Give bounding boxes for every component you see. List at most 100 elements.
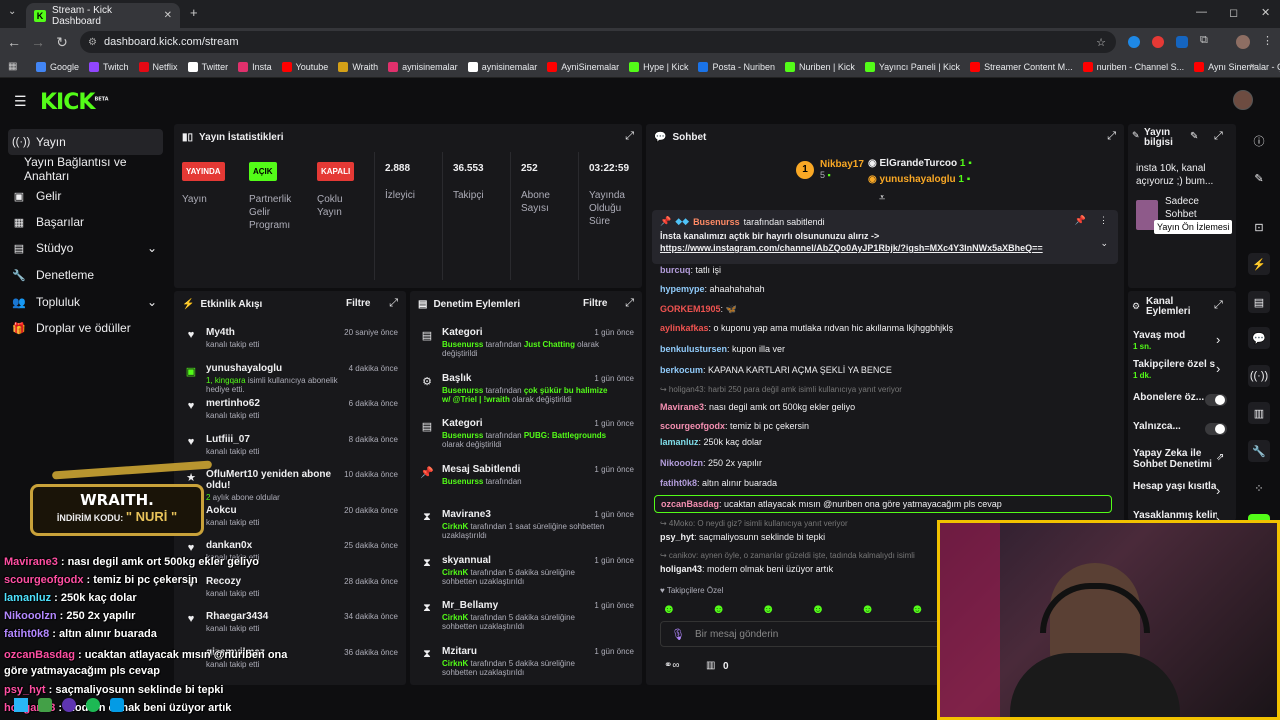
channel-action-item[interactable]: Yapay Zeka ile Sohbet Denetimi [1133, 448, 1217, 470]
chat-message[interactable]: benkulustursen: kupon illa ver [660, 344, 785, 354]
chat-message[interactable]: Mavirane3: nası degil amk ort 500kg ekle… [660, 402, 855, 412]
bookmark-item[interactable]: Google [36, 61, 79, 72]
bookmark-item[interactable]: Twitch [89, 61, 129, 72]
app-icon[interactable] [86, 698, 100, 712]
chevron-down-icon[interactable]: ⌄ [1100, 238, 1108, 249]
sidebar-item-topluluk[interactable]: 👥 Topluluk ⌄ [8, 289, 163, 315]
edit-icon[interactable]: ✎ [1248, 167, 1270, 189]
extension-icon[interactable] [1128, 36, 1140, 48]
chat-message[interactable]: berkocum: KAPANA KARTLARI AÇMA ŞEKLİ YA … [660, 365, 892, 375]
extension-icon[interactable] [1152, 36, 1164, 48]
chat-message[interactable]: psy_hyt: saçmaliyosunn seklinde bi tepki [660, 532, 825, 542]
edit-icon[interactable]: ✎ [1190, 131, 1198, 142]
extensions-puzzle-icon[interactable]: ⧉ [1200, 34, 1208, 47]
info-icon[interactable]: ⓘ [1248, 130, 1270, 152]
store-icon[interactable]: ▥ [1248, 402, 1270, 424]
bookmark-item[interactable]: Posta - Nuriben [698, 61, 775, 72]
bookmark-item[interactable]: Insta [238, 61, 272, 72]
chat-message[interactable]: ↪ holigan43: harbi 250 para değil amk is… [660, 385, 902, 394]
sidebar-item-stream-key[interactable]: Yayın Bağlantısı ve Anahtarı [8, 155, 163, 183]
bookmark-item[interactable]: nuriben - Channel S... [1082, 61, 1184, 72]
minimize-icon[interactable]: — [1196, 6, 1207, 18]
chat-input[interactable]: 🎙 Bir mesaj gönderin [660, 621, 950, 647]
preview-icon[interactable]: ⊡ [1248, 216, 1270, 238]
url-field[interactable]: ⚙ dashboard.kick.com/stream ☆ [80, 31, 1116, 53]
clipboard-icon[interactable]: ▤ [1248, 291, 1270, 313]
top-gifter[interactable]: ◉ yunushayaloglu 1 ▪ [868, 174, 970, 185]
bookmark-item[interactable]: Aynı Sinemalar - Ça... [1194, 61, 1280, 72]
chat-message[interactable]: hypemype: ahaahahahah [660, 284, 765, 294]
top-gifter[interactable]: 1 Nikbay17 5 ▪ [796, 159, 864, 180]
tab-list-icon[interactable]: ⌄ [8, 6, 16, 17]
close-tab-icon[interactable]: ✕ [164, 10, 172, 21]
sidebar-item-yayin[interactable]: ((·)) Yayın [8, 129, 163, 155]
chat-username[interactable]: aylinkafkas [660, 323, 709, 333]
filter-button[interactable]: Filtre [346, 298, 370, 309]
chevron-right-icon[interactable]: › [1216, 361, 1220, 376]
expand-icon[interactable]: ⤢ [389, 297, 398, 310]
app-icon[interactable] [62, 698, 76, 712]
kick-logo[interactable]: KICKBETA [40, 90, 109, 115]
restore-icon[interactable]: ◻ [1229, 6, 1238, 19]
external-link-icon[interactable]: ⇗ [1216, 452, 1224, 463]
chat-message[interactable]: Nikooolzn: 250 2x yapılır [660, 458, 762, 468]
broadcast-icon[interactable]: ((·)) [1248, 365, 1270, 387]
bookmark-item[interactable]: Twitter [187, 61, 228, 72]
browser-tab[interactable]: K Stream - Kick Dashboard ✕ [26, 3, 180, 28]
user-avatar[interactable] [1233, 90, 1253, 110]
bookmark-item[interactable]: Youtube [281, 61, 328, 72]
profile-avatar-icon[interactable] [1236, 35, 1250, 49]
bookmark-item[interactable]: aynisinemalar [467, 61, 537, 72]
more-bookmarks-icon[interactable]: » [1250, 60, 1255, 70]
expand-icon[interactable]: ⤢ [625, 297, 634, 310]
chat-username[interactable]: fatiht0k8 [660, 478, 697, 488]
channel-action-item[interactable]: Takipçilere özel s1 dk. [1133, 359, 1217, 382]
emote-icon[interactable]: ☻ [861, 601, 875, 616]
top-gifter[interactable]: ◉ ElGrandeTurcoo 1 ▪ [868, 158, 972, 169]
chat-username[interactable]: ozcanBasdag [661, 499, 719, 509]
chat-username[interactable]: burcuq [660, 265, 691, 275]
chevron-right-icon[interactable]: › [1216, 483, 1220, 498]
chat-username[interactable]: Nikooolzn [660, 458, 703, 468]
chat-username[interactable]: lamanluz [660, 437, 699, 447]
collapse-icon[interactable]: ⩡ [879, 192, 885, 205]
bookmark-item[interactable]: Streamer Content M... [970, 61, 1073, 72]
pinned-link[interactable]: https://www.instagram.com/channel/AbZQo0… [660, 243, 1110, 253]
close-window-icon[interactable]: ✕ [1261, 6, 1270, 19]
chat-username[interactable]: GORKEM1905 [660, 304, 721, 314]
emote-icon[interactable]: ☻ [910, 601, 924, 616]
emote-icon[interactable]: ☻ [761, 601, 775, 616]
emote-icon[interactable]: ☻ [712, 601, 726, 616]
chat-message[interactable]: holigan43: modern olmak beni üzüyor artı… [660, 564, 833, 574]
app-icon[interactable] [38, 698, 52, 712]
expand-icon[interactable]: ⤢ [1107, 130, 1116, 143]
sidebar-item-studyo[interactable]: ▤ Stüdyo ⌄ [8, 235, 163, 261]
chat-message[interactable]: fatiht0k8: altın alınır buarada [660, 478, 777, 488]
store-icon[interactable]: ▥ [706, 660, 715, 671]
chat-message[interactable]: scourgeofgodx: temiz bi pc çekersin [660, 421, 809, 431]
chat-username[interactable]: hypemype [660, 284, 705, 294]
chat-username[interactable]: psy_hyt [660, 532, 694, 542]
emote-icon[interactable]: ☻ [811, 601, 825, 616]
chat-message[interactable]: lamanluz: 250k kaç dolar [660, 437, 762, 447]
windows-start-icon[interactable] [14, 698, 28, 712]
sidebar-item-denetleme[interactable]: 🔧 Denetleme [8, 262, 163, 288]
chat-username[interactable]: holigan43 [660, 564, 702, 574]
chat-message[interactable]: ↪ canikov: aynen öyle, o zamanlar güzeld… [660, 551, 915, 560]
hamburger-menu-icon[interactable]: ☰ [14, 93, 27, 110]
wrench-icon[interactable]: 🔧 [1248, 440, 1270, 462]
extension-icon[interactable] [1176, 36, 1188, 48]
sidebar-item-basarilar[interactable]: ▦ Başarılar [8, 209, 163, 235]
pinned-message[interactable]: 📌 ◆◆ Busenurss tarafından sabitlendi İnsta … [652, 210, 1118, 264]
people-link-icon[interactable]: ⚭∞ [664, 660, 680, 671]
chevron-right-icon[interactable]: › [1216, 332, 1220, 347]
chat-message[interactable]: aylinkafkas: o kuponu yap ama mutlaka rı… [660, 323, 953, 333]
chat-message[interactable]: ↪ 4Moko: O neydi giz? isimli kullanıcıya… [660, 519, 848, 528]
expand-icon[interactable]: ⤢ [1214, 299, 1223, 312]
chat-message[interactable]: ozcanBasdag: ucaktan atlayacak mısın @nu… [654, 495, 1112, 513]
bookmark-item[interactable]: Nuriben | Kick [784, 61, 855, 72]
more-icon[interactable]: ⁘ [1248, 477, 1270, 499]
bookmark-item[interactable]: Hype | Kick [629, 61, 688, 72]
filter-button[interactable]: Filtre [583, 298, 607, 309]
chat-username[interactable]: benkulustursen [660, 344, 727, 354]
